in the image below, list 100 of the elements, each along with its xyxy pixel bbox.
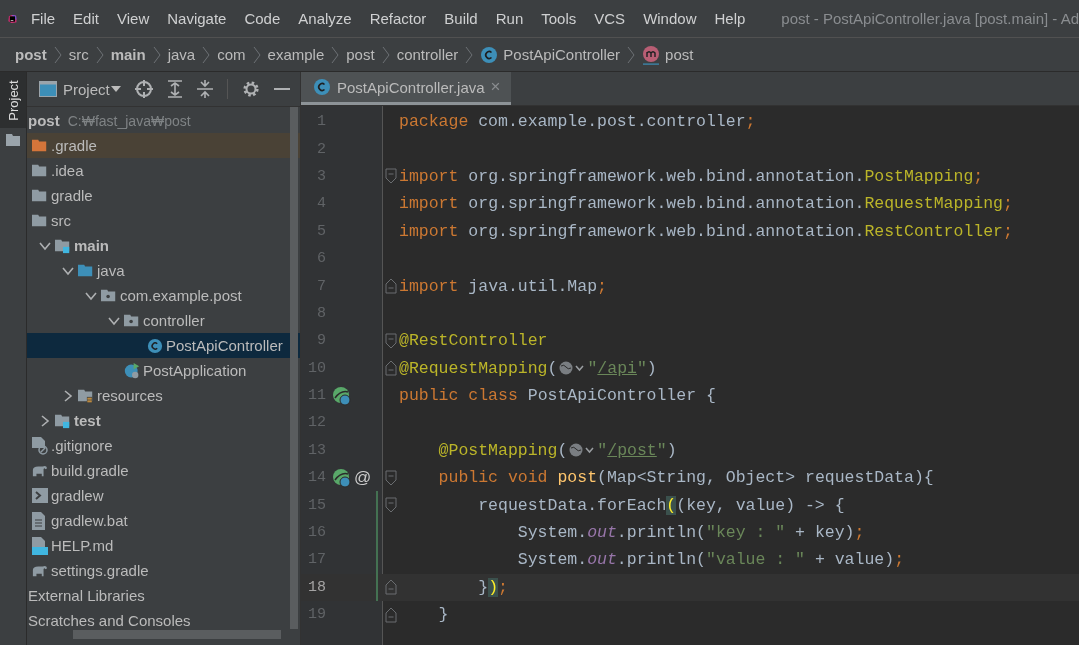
breadcrumb-item[interactable]: com <box>217 46 246 63</box>
tree-item[interactable]: .gitignore <box>27 433 300 458</box>
fold-marker-icon[interactable] <box>384 360 397 377</box>
chevron-icon <box>53 45 62 64</box>
tree-item[interactable]: post C:₩fast_java₩post <box>27 108 300 133</box>
tree-item[interactable]: PostApplication <box>27 358 300 383</box>
fold-marker-icon[interactable] <box>384 332 397 349</box>
gutter-mark[interactable]: @ <box>354 467 372 488</box>
bean-icon[interactable] <box>332 467 352 488</box>
folder-icon[interactable] <box>6 134 20 146</box>
chevron-icon <box>202 45 211 64</box>
menu-item[interactable]: Tools <box>541 10 577 27</box>
breadcrumb-item[interactable]: controller <box>396 46 459 63</box>
settings-icon[interactable] <box>241 80 260 98</box>
class-icon <box>480 45 499 64</box>
collapse-all-icon[interactable] <box>196 80 213 98</box>
window-title: post - PostApiController.java [post.main] - Ad <box>781 10 1079 27</box>
fold-marker-icon[interactable] <box>384 606 397 623</box>
code-line: }); <box>477 577 508 597</box>
breadcrumb-item[interactable]: java <box>167 46 196 63</box>
tool-window-tab[interactable]: Project <box>0 72 26 128</box>
menu-item[interactable]: View <box>116 10 150 27</box>
folder-icon <box>32 162 48 179</box>
horizontal-scrollbar[interactable] <box>73 630 281 639</box>
folder-icon <box>78 387 94 404</box>
menu-item[interactable]: Build <box>444 10 478 27</box>
code-line: @PostMapping( "/post") <box>437 440 677 460</box>
tree-item[interactable]: resources <box>27 383 300 408</box>
menu-item[interactable]: Navigate <box>167 10 227 27</box>
fold-marker-icon[interactable] <box>384 579 397 596</box>
view-dropdown[interactable]: Project <box>63 80 121 98</box>
code-line: System.out.println("key : " + key); <box>516 523 865 543</box>
tree-item[interactable]: gradlew <box>27 483 300 508</box>
class-icon <box>313 78 331 96</box>
breadcrumb-item[interactable]: main <box>110 46 146 63</box>
breadcrumb-item[interactable]: src <box>68 46 89 63</box>
menu-item[interactable]: Code <box>244 10 281 27</box>
text-file-icon <box>32 511 46 530</box>
tree-item[interactable]: controller <box>27 308 300 333</box>
chevron-icon[interactable] <box>39 414 51 427</box>
tree-item[interactable]: HELP.md <box>27 533 300 558</box>
code-line: public class PostApiController { <box>399 386 716 406</box>
breadcrumb-item[interactable]: post <box>642 44 694 65</box>
bean-icon[interactable] <box>332 385 352 406</box>
tree-item[interactable]: build.gradle <box>27 458 300 483</box>
code-editor[interactable] <box>301 106 1079 645</box>
file-tab[interactable]: PostApiController.java × <box>301 72 511 105</box>
tree-item[interactable]: PostApiController <box>27 333 300 358</box>
breadcrumb-item[interactable]: post <box>346 46 375 63</box>
menu-item[interactable]: Analyze <box>298 10 352 27</box>
menu-item[interactable]: VCS <box>594 10 626 27</box>
tree-item[interactable]: External Libraries <box>27 583 300 608</box>
expand-all-icon[interactable] <box>166 80 183 98</box>
menu-item[interactable]: Window <box>643 10 697 27</box>
tree-item[interactable]: java <box>27 258 300 283</box>
crosshair-icon[interactable] <box>134 80 153 98</box>
menu-item[interactable]: Edit <box>73 10 99 27</box>
tree-item[interactable]: com.example.post <box>27 283 300 308</box>
fold-marker-icon[interactable] <box>384 168 397 185</box>
window-icon <box>39 81 57 97</box>
code-line: import java.util.Map; <box>399 276 607 296</box>
markdown-file-icon <box>32 536 48 555</box>
method-icon <box>642 44 661 65</box>
breadcrumb-item[interactable]: example <box>267 46 325 63</box>
tree-item[interactable]: test <box>27 408 300 433</box>
tree-item[interactable]: settings.gradle <box>27 558 300 583</box>
code-line: public void post(Map<String, Object> requestData){ <box>437 468 934 488</box>
breadcrumb-item[interactable]: post <box>15 46 47 63</box>
chevron-icon[interactable] <box>62 389 74 402</box>
menu-item[interactable]: Help <box>714 10 746 27</box>
caret-icon <box>110 86 121 92</box>
breadcrumb-item[interactable]: PostApiController <box>480 45 621 64</box>
tree-item[interactable]: gradlew.bat <box>27 508 300 533</box>
folder-icon <box>32 212 48 229</box>
vertical-scrollbar[interactable] <box>290 107 298 629</box>
menu-item[interactable]: Refactor <box>369 10 427 27</box>
fold-marker-icon[interactable] <box>384 469 397 486</box>
class-icon <box>147 336 163 355</box>
tree-item[interactable]: src <box>27 208 300 233</box>
elephant-icon <box>32 563 48 578</box>
tree-item[interactable]: .idea <box>27 158 300 183</box>
folder-icon <box>55 412 71 429</box>
chevron-icon <box>381 45 390 64</box>
tree-item[interactable]: .gradle <box>27 133 300 158</box>
menu-item[interactable]: Run <box>495 10 524 27</box>
code-line: @RestController <box>399 331 548 351</box>
tree-item[interactable]: Scratches and Consoles <box>27 608 300 633</box>
code-line: package com.example.post.controller; <box>399 112 756 132</box>
project-path: C:₩fast_java₩post <box>67 112 191 129</box>
elephant-icon <box>32 463 48 478</box>
code-line: System.out.println("value : " + value); <box>516 550 905 570</box>
code-line: import org.springframework.web.bind.annotation.RestController; <box>399 221 1013 241</box>
fold-marker-icon[interactable] <box>384 278 397 295</box>
chevron-icon <box>95 45 104 64</box>
tree-item[interactable]: main <box>27 233 300 258</box>
fold-marker-icon[interactable] <box>384 497 397 514</box>
tree-item[interactable]: gradle <box>27 183 300 208</box>
menu-item[interactable]: File <box>30 10 56 27</box>
minimize-icon[interactable] <box>273 87 290 91</box>
chevron-icon <box>252 45 261 64</box>
